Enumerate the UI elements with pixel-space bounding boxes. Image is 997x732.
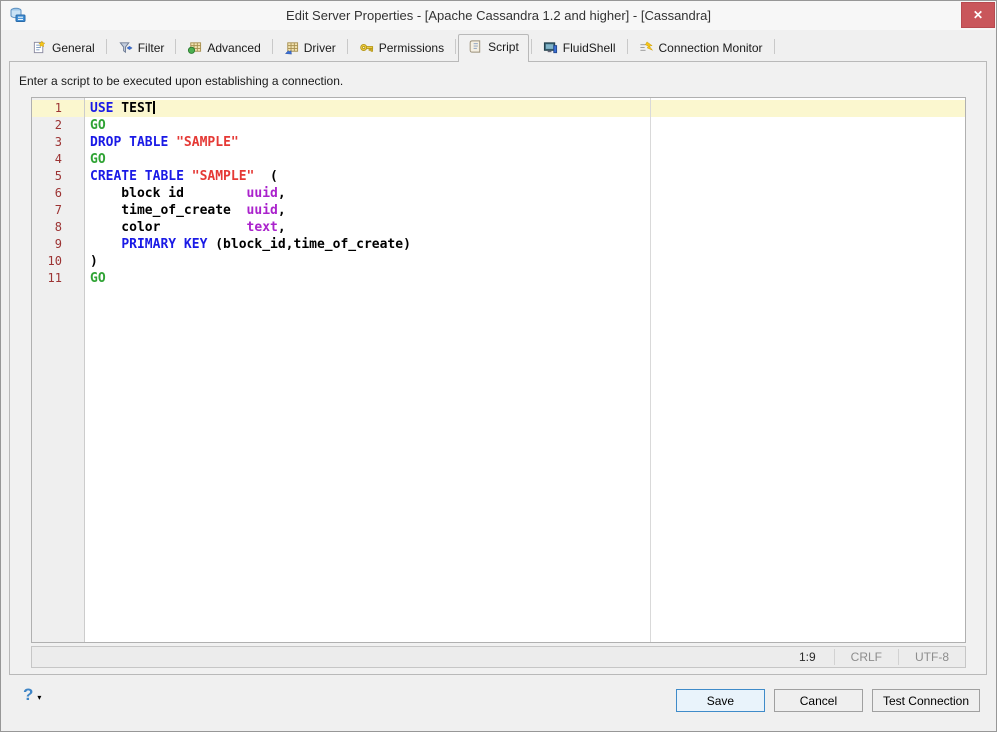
tab-label: FluidShell <box>563 41 616 55</box>
tab-permissions[interactable]: Permissions <box>350 36 453 61</box>
titlebar: Edit Server Properties - [Apache Cassand… <box>1 1 996 30</box>
gutter-divider <box>84 98 85 642</box>
line-code: GO <box>84 117 106 134</box>
tab-general[interactable]: General <box>23 36 104 61</box>
tab-label: Filter <box>138 41 165 55</box>
editor-status-bar: 1:9 CRLF UTF-8 <box>31 646 966 668</box>
connection-monitor-icon <box>639 40 654 55</box>
instruction-text: Enter a script to be executed upon estab… <box>19 74 343 88</box>
line-number: 7 <box>32 202 84 219</box>
encoding-indicator: UTF-8 <box>898 649 965 665</box>
tab-separator <box>272 39 273 54</box>
wrap-margin-line <box>650 98 651 642</box>
permissions-icon <box>359 40 374 55</box>
tab-filter[interactable]: Filter <box>109 36 174 61</box>
edit-server-properties-dialog: Edit Server Properties - [Apache Cassand… <box>0 0 997 732</box>
editor-line[interactable]: 8 color text, <box>32 219 965 236</box>
tab-label: Permissions <box>379 41 444 55</box>
tab-fluidshell[interactable]: FluidShell <box>534 36 625 61</box>
save-button[interactable]: Save <box>676 689 765 712</box>
line-code: PRIMARY KEY (block_id,time_of_create) <box>84 236 411 253</box>
cursor-position-indicator: 1:9 <box>783 649 834 665</box>
editor-line[interactable]: 9 PRIMARY KEY (block_id,time_of_create) <box>32 236 965 253</box>
line-code: CREATE TABLE "SAMPLE" ( <box>84 168 278 185</box>
general-icon <box>32 40 47 55</box>
tab-advanced[interactable]: Advanced <box>178 36 269 61</box>
tab-connection-monitor[interactable]: Connection Monitor <box>630 36 772 61</box>
tab-separator <box>627 39 628 54</box>
caret-down-icon: ▾ <box>37 693 41 702</box>
driver-icon <box>284 40 299 55</box>
script-tab-panel: Enter a script to be executed upon estab… <box>9 61 987 675</box>
editor-line[interactable]: 6 block id uuid, <box>32 185 965 202</box>
fluidshell-icon <box>543 40 558 55</box>
line-number: 3 <box>32 134 84 151</box>
tab-driver[interactable]: Driver <box>275 36 345 61</box>
editor-line[interactable]: 4GO <box>32 151 965 168</box>
tab-separator <box>774 39 775 54</box>
tab-separator <box>106 39 107 54</box>
help-button[interactable]: ? ▾ <box>23 685 41 705</box>
line-number: 6 <box>32 185 84 202</box>
line-number: 1 <box>32 100 84 117</box>
editor-line[interactable]: 2GO <box>32 117 965 134</box>
editor-lines: 1USE TEST2GO3DROP TABLE "SAMPLE"4GO5CREA… <box>32 100 965 287</box>
help-icon: ? <box>23 685 33 705</box>
line-number: 10 <box>32 253 84 270</box>
tab-label: General <box>52 41 95 55</box>
test-connection-button[interactable]: Test Connection <box>872 689 980 712</box>
editor-line[interactable]: 1USE TEST <box>32 100 965 117</box>
line-ending-indicator: CRLF <box>834 649 898 665</box>
line-number: 4 <box>32 151 84 168</box>
window-title: Edit Server Properties - [Apache Cassand… <box>61 8 936 23</box>
tab-separator <box>455 39 456 54</box>
editor-line[interactable]: 3DROP TABLE "SAMPLE" <box>32 134 965 151</box>
line-code: DROP TABLE "SAMPLE" <box>84 134 239 151</box>
editor-line[interactable]: 7 time_of_create uuid, <box>32 202 965 219</box>
line-code: block id uuid, <box>84 185 286 202</box>
editor-line[interactable]: 11GO <box>32 270 965 287</box>
advanced-icon <box>187 40 202 55</box>
line-code: time_of_create uuid, <box>84 202 286 219</box>
editor-line[interactable]: 10) <box>32 253 965 270</box>
text-cursor <box>153 101 155 114</box>
line-code: GO <box>84 151 106 168</box>
line-number: 5 <box>32 168 84 185</box>
line-number: 2 <box>32 117 84 134</box>
tab-label: Driver <box>304 41 336 55</box>
script-icon <box>468 39 483 54</box>
line-number: 11 <box>32 270 84 287</box>
tab-label: Script <box>488 40 519 54</box>
close-button[interactable]: ✕ <box>961 2 995 28</box>
line-code: color text, <box>84 219 286 236</box>
tab-script[interactable]: Script <box>458 34 529 62</box>
tab-label: Advanced <box>207 41 260 55</box>
close-icon: ✕ <box>973 8 983 22</box>
line-number: 8 <box>32 219 84 236</box>
tab-bar: General Filter Advanced Driver Permissions Sc… <box>1 30 996 61</box>
line-code: USE TEST <box>84 100 155 117</box>
cancel-button[interactable]: Cancel <box>774 689 863 712</box>
footer: ? ▾ Save Cancel Test Connection <box>1 675 996 731</box>
script-editor[interactable]: 1USE TEST2GO3DROP TABLE "SAMPLE"4GO5CREA… <box>31 97 966 643</box>
tab-label: Connection Monitor <box>659 41 763 55</box>
tab-separator <box>175 39 176 54</box>
footer-buttons: Save Cancel Test Connection <box>676 689 980 712</box>
tab-separator <box>347 39 348 54</box>
line-number: 9 <box>32 236 84 253</box>
line-code: GO <box>84 270 106 287</box>
line-code: ) <box>84 253 98 270</box>
editor-line[interactable]: 5CREATE TABLE "SAMPLE" ( <box>32 168 965 185</box>
app-icon <box>9 6 27 24</box>
filter-icon <box>118 40 133 55</box>
tab-separator <box>531 39 532 54</box>
